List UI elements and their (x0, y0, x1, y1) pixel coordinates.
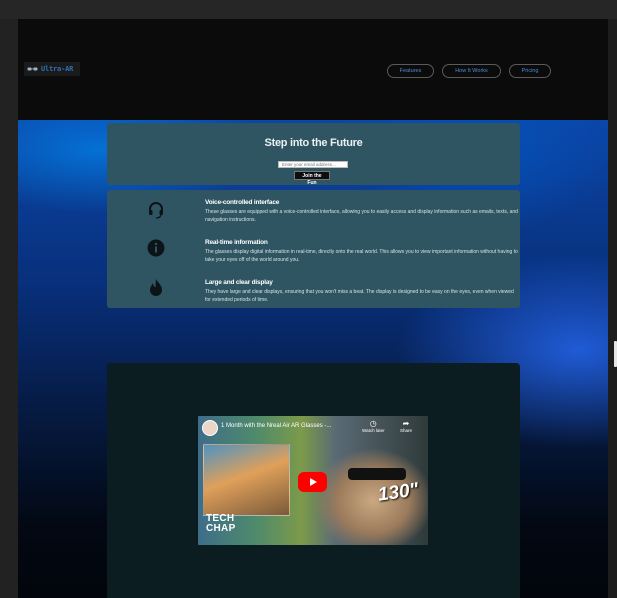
browser-top-strip (0, 0, 617, 19)
channel-brand: TECH CHAP (206, 514, 236, 534)
join-button[interactable]: Join the Fun (294, 171, 330, 186)
site-header: Ultra-AR Features How It Works Pricing (18, 19, 608, 120)
nav-pricing[interactable]: Pricing (509, 64, 551, 78)
nav-features[interactable]: Features (387, 64, 434, 78)
features-card: Voice-controlled interface These glasses… (107, 190, 520, 308)
feature-item: Voice-controlled interface These glasses… (107, 196, 520, 232)
logo[interactable]: Ultra-AR (24, 62, 80, 76)
thumbnail-number: 130" (376, 479, 420, 506)
scrollbar-track[interactable] (608, 19, 617, 598)
nav-how-it-works[interactable]: How It Works (442, 64, 501, 78)
share-icon: ➦ (402, 419, 410, 428)
fire-icon (150, 279, 162, 296)
logo-text: Ultra-AR (41, 65, 74, 73)
feature-title: Real-time information (205, 239, 268, 246)
feature-description: They have large and clear displays, ensu… (205, 289, 514, 303)
video-card: 1 Month with the Nreal Air AR Glasses -.… (107, 363, 520, 598)
video-title[interactable]: 1 Month with the Nreal Air AR Glasses -.… (221, 423, 331, 429)
feature-item: Large and clear display They have large … (107, 276, 520, 312)
brand-line-2: CHAP (206, 523, 236, 534)
youtube-video-embed[interactable]: 1 Month with the Nreal Air AR Glasses -.… (198, 416, 428, 545)
signup-title: Step into the Future (264, 137, 363, 149)
play-button[interactable] (298, 472, 327, 492)
main-nav: Features How It Works Pricing (387, 64, 551, 78)
feature-item: Real-time information The glasses displa… (107, 236, 520, 272)
clock-icon: ◷ (369, 419, 377, 428)
signup-card: Step into the Future Join the Fun (107, 123, 520, 186)
info-icon (147, 239, 165, 257)
ar-glasses-icon (27, 67, 38, 71)
feature-title: Large and clear display (205, 279, 273, 286)
email-input[interactable] (278, 161, 348, 168)
feature-description: These glasses are equipped with a voice-… (205, 209, 518, 223)
feature-title: Voice-controlled interface (205, 199, 280, 206)
share-label: Share (400, 428, 413, 433)
watch-later-label: Watch later (362, 428, 385, 433)
video-thumbnail-glasses (348, 468, 406, 480)
share-button[interactable]: ➦ Share (400, 419, 412, 433)
video-thumbnail-game (203, 444, 290, 516)
page: Ultra-AR Features How It Works Pricing S… (18, 19, 608, 598)
feature-description: The glasses display digital information … (205, 249, 518, 263)
channel-avatar[interactable] (202, 420, 218, 436)
headset-icon (149, 202, 163, 219)
watch-later-button[interactable]: ◷ Watch later (362, 419, 385, 433)
